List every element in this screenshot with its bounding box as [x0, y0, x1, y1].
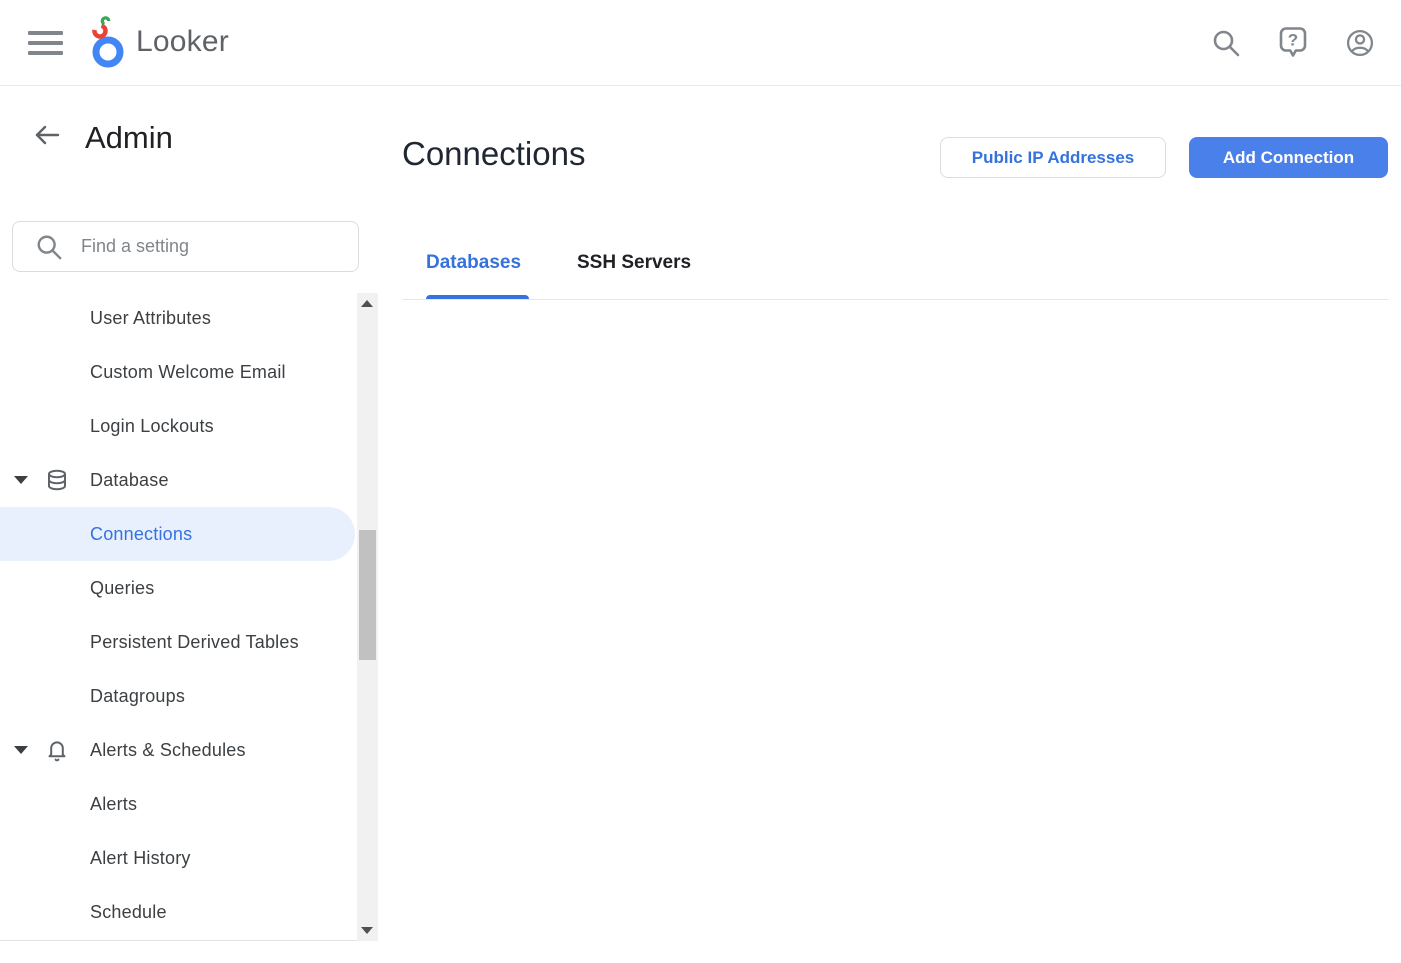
sidebar-item-label: Login Lockouts — [90, 416, 214, 437]
page-title: Connections — [402, 135, 585, 173]
sidebar-item-login-lockouts[interactable]: Login Lockouts — [0, 399, 357, 453]
database-icon — [45, 468, 69, 492]
sidebar-item-connections[interactable]: Connections — [0, 507, 355, 561]
sidebar-group-alerts-schedules[interactable]: Alerts & Schedules — [0, 723, 357, 777]
sidebar-item-user-attributes[interactable]: User Attributes — [0, 291, 357, 345]
looker-logo-icon — [86, 14, 130, 70]
scrollbar-thumb[interactable] — [359, 530, 376, 660]
svg-text:?: ? — [1288, 31, 1298, 50]
looker-logo-text: Looker — [136, 25, 229, 59]
account-icon[interactable] — [1345, 26, 1375, 60]
public-ip-addresses-button[interactable]: Public IP Addresses — [940, 137, 1166, 178]
sidebar-item-queries[interactable]: Queries — [0, 561, 357, 615]
sidebar-item-label: Connections — [90, 524, 192, 545]
sidebar-item-alert-history[interactable]: Alert History — [0, 831, 357, 885]
sidebar-scrollbar[interactable] — [357, 293, 378, 941]
sidebar-item-schedule[interactable]: Schedule — [0, 885, 357, 939]
admin-sidebar: Admin User Attributes Custom Welcome Ema… — [0, 86, 378, 941]
settings-nav: User Attributes Custom Welcome Email Log… — [0, 291, 357, 939]
sidebar-item-custom-welcome-email[interactable]: Custom Welcome Email — [0, 345, 357, 399]
sidebar-item-datagroups[interactable]: Datagroups — [0, 669, 357, 723]
tab-divider — [402, 299, 1388, 300]
top-app-bar: Looker ? — [0, 0, 1401, 86]
caret-down-icon[interactable] — [14, 476, 28, 484]
sidebar-group-database[interactable]: Database — [0, 453, 357, 507]
scroll-down-icon[interactable] — [361, 927, 373, 934]
sidebar-item-label: Persistent Derived Tables — [90, 632, 299, 653]
search-icon[interactable] — [1211, 26, 1241, 60]
looker-logo[interactable]: Looker — [86, 14, 229, 70]
sidebar-item-label: Datagroups — [90, 686, 185, 707]
tab-ssh-servers[interactable]: SSH Servers — [577, 252, 691, 274]
sidebar-item-alerts[interactable]: Alerts — [0, 777, 357, 831]
sidebar-group-label: Alerts & Schedules — [90, 740, 246, 761]
sidebar-item-label: Alert History — [90, 848, 191, 869]
scroll-up-icon[interactable] — [361, 300, 373, 307]
find-setting-input[interactable] — [81, 222, 348, 271]
back-arrow-icon[interactable] — [33, 124, 61, 146]
search-icon — [35, 233, 63, 261]
sidebar-group-label: Database — [90, 470, 169, 491]
hamburger-menu-icon[interactable] — [28, 31, 63, 55]
find-setting-search-box[interactable] — [12, 221, 359, 272]
help-icon[interactable]: ? — [1278, 26, 1308, 60]
sidebar-item-label: Alerts — [90, 794, 137, 815]
sidebar-item-label: Custom Welcome Email — [90, 362, 286, 383]
sidebar-item-persistent-derived-tables[interactable]: Persistent Derived Tables — [0, 615, 357, 669]
sidebar-item-label: Queries — [90, 578, 154, 599]
sidebar-item-label: User Attributes — [90, 308, 211, 329]
sidebar-title: Admin — [85, 116, 173, 160]
sidebar-item-label: Schedule — [90, 902, 167, 923]
caret-down-icon[interactable] — [14, 746, 28, 754]
tab-databases[interactable]: Databases — [426, 252, 521, 274]
add-connection-button[interactable]: Add Connection — [1189, 137, 1388, 178]
bell-icon — [45, 738, 69, 762]
